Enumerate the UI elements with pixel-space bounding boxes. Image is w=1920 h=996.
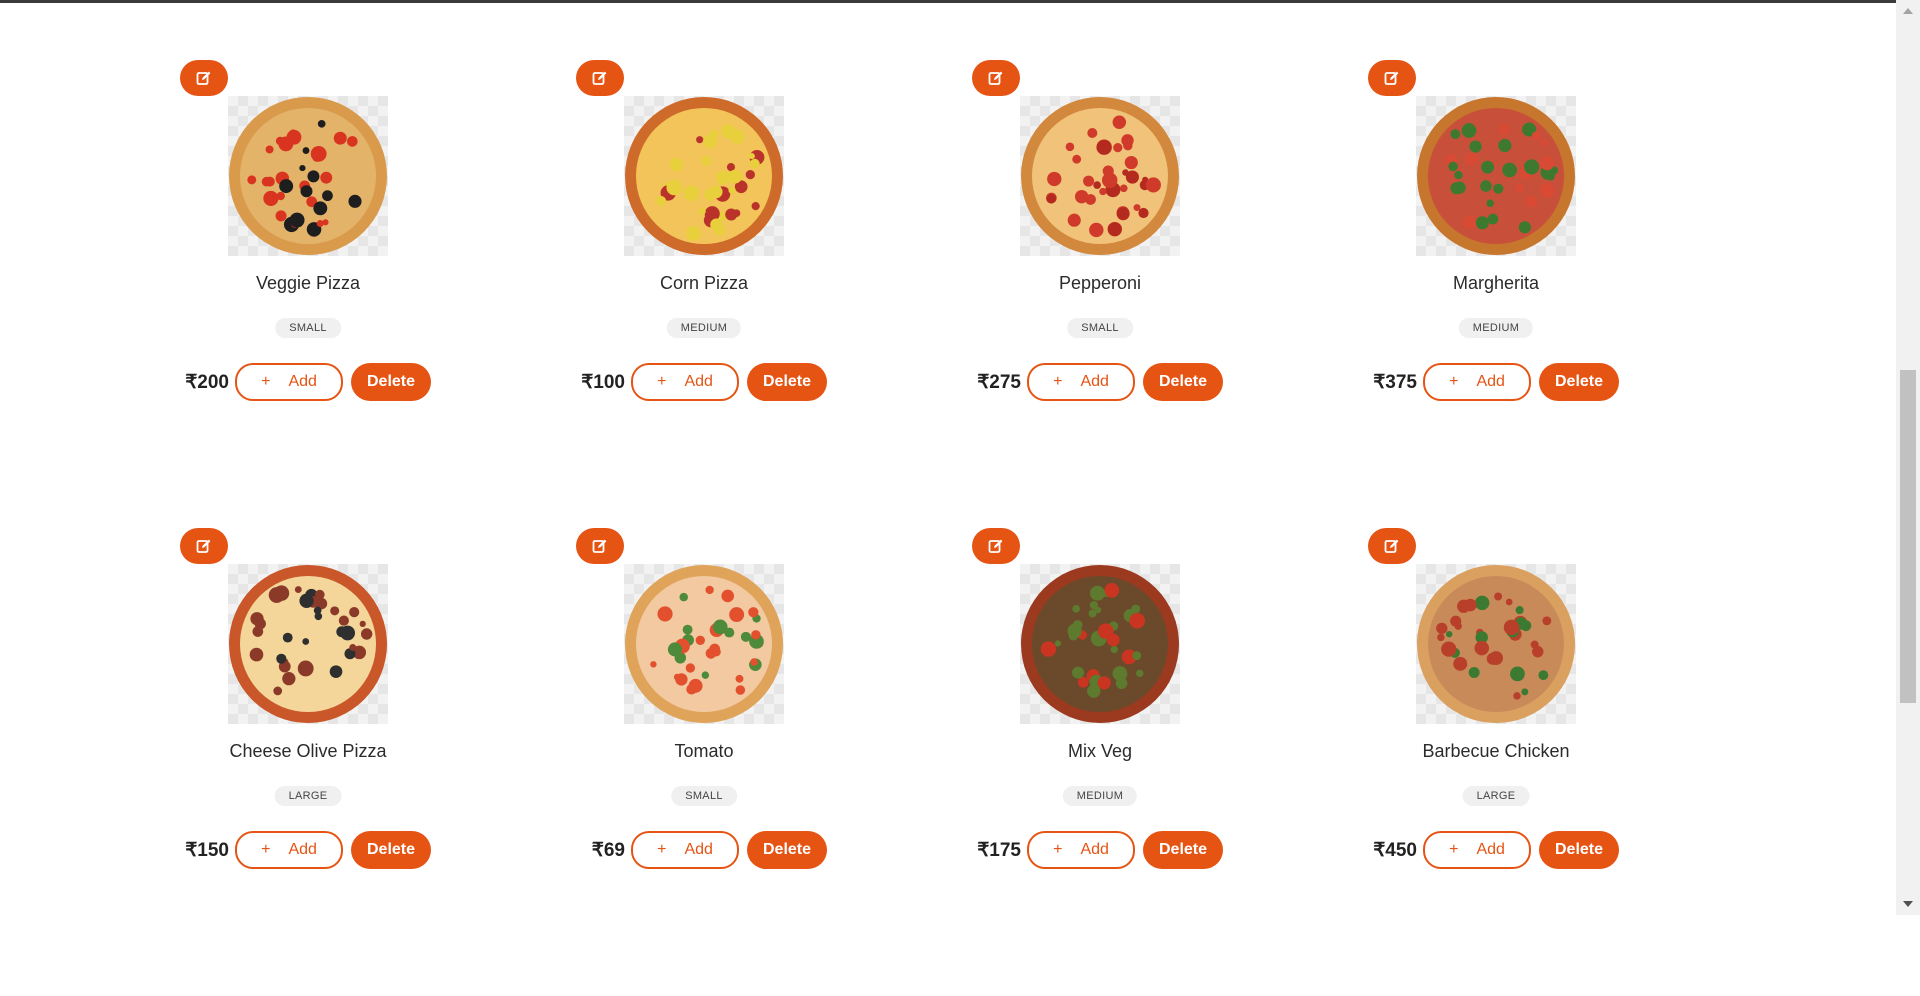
pizza-card-1: Corn Pizza MEDIUM ₹100 + Add Delete bbox=[576, 60, 972, 528]
edit-button[interactable] bbox=[576, 528, 624, 564]
pizza-card-7: Barbecue Chicken LARGE ₹450 + Add Delete bbox=[1368, 528, 1764, 996]
pizza-name: Cheese Olive Pizza bbox=[229, 741, 387, 761]
pizza-image bbox=[228, 96, 388, 256]
size-badge: LARGE bbox=[1462, 786, 1530, 806]
pizza-card-3: Margherita MEDIUM ₹375 + Add Delete bbox=[1368, 60, 1764, 528]
edit-button[interactable] bbox=[972, 60, 1020, 96]
top-border bbox=[0, 0, 1920, 3]
edit-button[interactable] bbox=[180, 60, 228, 96]
size-badge: SMALL bbox=[1067, 318, 1133, 338]
edit-square-icon bbox=[1384, 539, 1399, 553]
delete-button[interactable]: Delete bbox=[747, 363, 827, 401]
add-button-label: Add bbox=[684, 373, 713, 390]
pizza-image bbox=[228, 564, 388, 724]
pizza-price: ₹200 bbox=[185, 372, 229, 393]
add-button[interactable]: + Add bbox=[235, 831, 343, 869]
size-badge: SMALL bbox=[275, 318, 341, 338]
pizza-price: ₹450 bbox=[1373, 840, 1417, 861]
pizza-name: Corn Pizza bbox=[659, 273, 749, 293]
pizza-card-0: Veggie Pizza SMALL ₹200 + Add Delete bbox=[180, 60, 576, 528]
size-badge: MEDIUM bbox=[666, 318, 742, 338]
edit-square-icon bbox=[196, 71, 211, 85]
add-button-label: Add bbox=[1476, 841, 1505, 858]
delete-button[interactable]: Delete bbox=[1539, 831, 1619, 869]
add-button[interactable]: + Add bbox=[631, 831, 739, 869]
pizza-name: Tomato bbox=[674, 741, 734, 761]
delete-button[interactable]: Delete bbox=[747, 831, 827, 869]
delete-button[interactable]: Delete bbox=[351, 363, 431, 401]
pizza-image bbox=[1020, 96, 1180, 256]
pizza-card-6: Mix Veg MEDIUM ₹175 + Add Delete bbox=[972, 528, 1368, 996]
pizza-price: ₹275 bbox=[977, 372, 1021, 393]
plus-icon: + bbox=[261, 841, 271, 858]
pizza-card-2: Pepperoni SMALL ₹275 + Add Delete bbox=[972, 60, 1368, 528]
add-button[interactable]: + Add bbox=[1423, 831, 1531, 869]
plus-icon: + bbox=[1449, 373, 1459, 390]
delete-button[interactable]: Delete bbox=[1143, 831, 1223, 869]
pizza-name: Pepperoni bbox=[1058, 273, 1142, 293]
size-badge: LARGE bbox=[274, 786, 342, 806]
pizza-grid: Veggie Pizza SMALL ₹200 + Add Delete Cor… bbox=[180, 60, 1764, 996]
add-button[interactable]: + Add bbox=[235, 363, 343, 401]
pizza-image bbox=[1416, 96, 1576, 256]
edit-square-icon bbox=[1384, 71, 1399, 85]
edit-square-icon bbox=[196, 539, 211, 553]
plus-icon: + bbox=[1053, 841, 1063, 858]
pizza-name: Mix Veg bbox=[1067, 741, 1133, 761]
add-button-label: Add bbox=[288, 841, 317, 858]
edit-square-icon bbox=[592, 539, 607, 553]
size-badge: SMALL bbox=[671, 786, 737, 806]
pizza-image bbox=[624, 564, 784, 724]
add-button[interactable]: + Add bbox=[631, 363, 739, 401]
add-button-label: Add bbox=[288, 373, 317, 390]
pizza-image bbox=[1020, 564, 1180, 724]
pizza-name: Barbecue Chicken bbox=[1422, 741, 1570, 761]
plus-icon: + bbox=[657, 841, 667, 858]
add-button-label: Add bbox=[1080, 841, 1109, 858]
pizza-price: ₹375 bbox=[1373, 372, 1417, 393]
pizza-image bbox=[1416, 564, 1576, 724]
add-button[interactable]: + Add bbox=[1423, 363, 1531, 401]
add-button-label: Add bbox=[684, 841, 713, 858]
pizza-card-4: Cheese Olive Pizza LARGE ₹150 + Add Dele… bbox=[180, 528, 576, 996]
edit-button[interactable] bbox=[1368, 528, 1416, 564]
edit-square-icon bbox=[592, 71, 607, 85]
plus-icon: + bbox=[1449, 841, 1459, 858]
scroll-down-arrow-icon[interactable] bbox=[1903, 901, 1913, 907]
plus-icon: + bbox=[657, 373, 667, 390]
edit-button[interactable] bbox=[576, 60, 624, 96]
edit-button[interactable] bbox=[1368, 60, 1416, 96]
scroll-up-arrow-icon[interactable] bbox=[1903, 8, 1913, 14]
pizza-image bbox=[624, 96, 784, 256]
delete-button[interactable]: Delete bbox=[1143, 363, 1223, 401]
edit-button[interactable] bbox=[972, 528, 1020, 564]
size-badge: MEDIUM bbox=[1458, 318, 1534, 338]
pizza-price: ₹150 bbox=[185, 840, 229, 861]
add-button-label: Add bbox=[1476, 373, 1505, 390]
delete-button[interactable]: Delete bbox=[1539, 363, 1619, 401]
plus-icon: + bbox=[261, 373, 271, 390]
add-button[interactable]: + Add bbox=[1027, 363, 1135, 401]
pizza-name: Margherita bbox=[1452, 273, 1540, 293]
add-button-label: Add bbox=[1080, 373, 1109, 390]
pizza-price: ₹69 bbox=[591, 840, 625, 861]
pizza-name: Veggie Pizza bbox=[255, 273, 361, 293]
edit-square-icon bbox=[988, 71, 1003, 85]
pizza-price: ₹100 bbox=[581, 372, 625, 393]
delete-button[interactable]: Delete bbox=[351, 831, 431, 869]
pizza-price: ₹175 bbox=[977, 840, 1021, 861]
plus-icon: + bbox=[1053, 373, 1063, 390]
add-button[interactable]: + Add bbox=[1027, 831, 1135, 869]
scrollbar[interactable] bbox=[1896, 0, 1920, 915]
edit-square-icon bbox=[988, 539, 1003, 553]
size-badge: MEDIUM bbox=[1062, 786, 1138, 806]
pizza-card-5: Tomato SMALL ₹69 + Add Delete bbox=[576, 528, 972, 996]
scrollbar-thumb[interactable] bbox=[1900, 370, 1916, 703]
edit-button[interactable] bbox=[180, 528, 228, 564]
